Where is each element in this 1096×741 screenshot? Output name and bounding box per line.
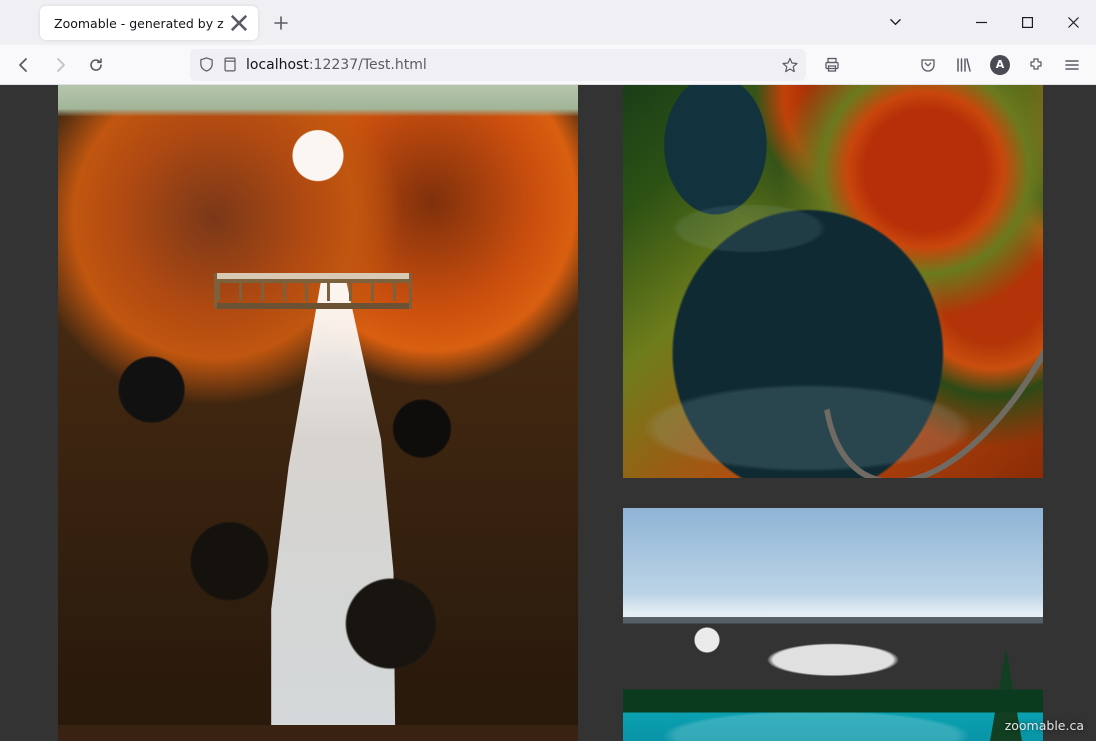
print-button[interactable] — [816, 49, 848, 81]
window-minimize-button[interactable] — [958, 0, 1004, 45]
window-controls — [872, 0, 1096, 45]
library-icon[interactable] — [948, 49, 980, 81]
image-content — [623, 508, 1043, 741]
url-path: /Test.html — [358, 57, 427, 73]
window-maximize-button[interactable] — [1004, 0, 1050, 45]
nav-back-button[interactable] — [8, 49, 40, 81]
url-host: localhost — [246, 57, 309, 73]
address-bar[interactable]: localhost:12237/Test.html — [190, 49, 806, 81]
app-menu-icon[interactable] — [1056, 49, 1088, 81]
road-icon — [764, 85, 1043, 478]
bridge-icon — [214, 273, 412, 309]
reload-button[interactable] — [80, 49, 112, 81]
image-content — [623, 85, 1043, 478]
new-tab-button[interactable] — [266, 8, 296, 38]
extensions-icon[interactable] — [1020, 49, 1052, 81]
account-avatar: A — [990, 55, 1010, 75]
gallery-right-column — [623, 85, 1043, 741]
gallery-grid — [58, 85, 1042, 741]
watermark-text: zoomable.ca — [1005, 718, 1084, 733]
page-viewport: zoomable.ca — [0, 85, 1096, 741]
gallery-image-moraine-lake[interactable] — [623, 508, 1043, 741]
image-content — [58, 85, 578, 741]
zoomable-page: zoomable.ca — [0, 85, 1096, 741]
tab-close-icon[interactable] — [230, 14, 248, 32]
account-button[interactable]: A — [984, 49, 1016, 81]
url-port: :12237 — [309, 57, 358, 73]
gallery-image-autumn-waterfall[interactable] — [58, 85, 578, 741]
browser-titlebar: Zoomable - generated by zoomable — [0, 0, 1096, 45]
nav-forward-button[interactable] — [44, 49, 76, 81]
url-text: localhost:12237/Test.html — [246, 57, 774, 73]
toolbar-right: A — [816, 49, 1088, 81]
page-info-icon[interactable] — [222, 57, 238, 73]
shield-icon[interactable] — [198, 57, 214, 73]
tabs-dropdown-icon[interactable] — [872, 0, 918, 45]
browser-tab-active[interactable]: Zoomable - generated by zoomable — [40, 6, 258, 40]
bookmark-star-icon[interactable] — [782, 57, 798, 73]
browser-toolbar: localhost:12237/Test.html A — [0, 45, 1096, 85]
gallery-image-aerial-autumn-lake[interactable] — [623, 85, 1043, 478]
pocket-icon[interactable] — [912, 49, 944, 81]
tab-title: Zoomable - generated by zoomable — [54, 16, 224, 31]
window-close-button[interactable] — [1050, 0, 1096, 45]
